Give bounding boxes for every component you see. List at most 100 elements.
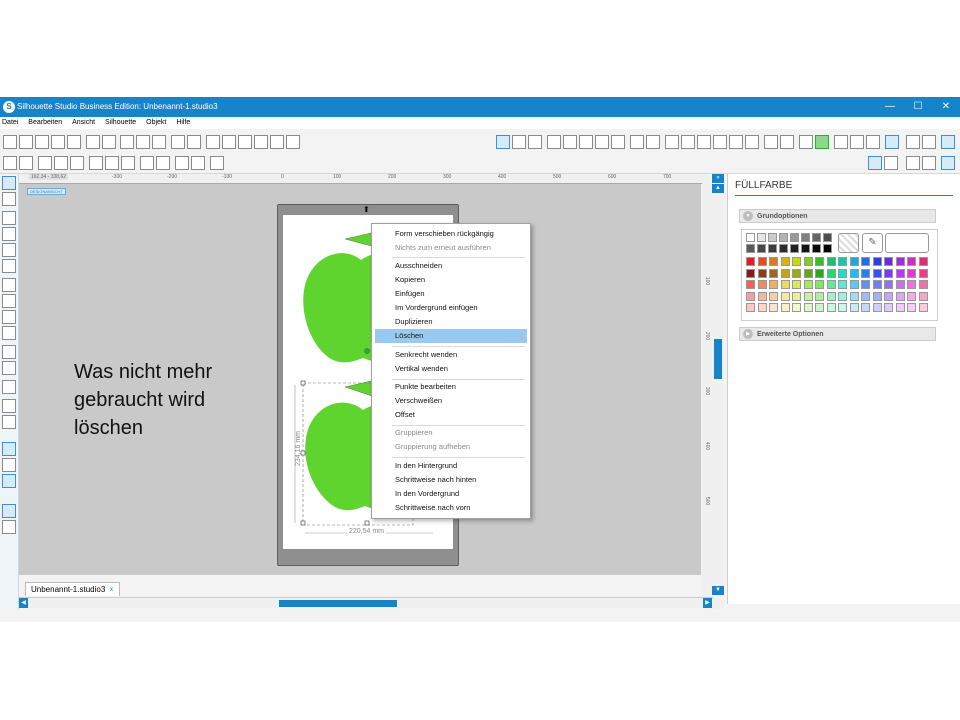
close-tab-icon[interactable]: x [110, 583, 113, 597]
color-swatch[interactable] [884, 280, 893, 289]
color-swatch[interactable] [803, 257, 813, 266]
color-swatch[interactable] [872, 268, 882, 278]
color-swatch[interactable] [826, 303, 836, 312]
menu-item-send-to-back[interactable]: In den Hintergrund [372, 459, 530, 473]
color-swatch[interactable] [826, 257, 836, 266]
gray-swatch[interactable] [757, 233, 766, 242]
knife-tool-icon[interactable] [2, 415, 16, 429]
menu-item-offset[interactable]: Offset [372, 408, 530, 422]
fill-color-icon[interactable] [547, 135, 561, 149]
vertical-scroll-thumb[interactable] [714, 339, 722, 379]
color-swatch[interactable] [907, 280, 916, 289]
bring-to-front-icon[interactable] [156, 156, 170, 170]
menu-item-duplicate[interactable]: Duplizieren [372, 315, 530, 329]
color-swatch[interactable] [907, 291, 916, 301]
menu-item-edit-points[interactable]: Punkte bearbeiten [372, 380, 530, 394]
ellipse-tool-icon[interactable] [2, 259, 16, 273]
menu-item-delete[interactable]: Löschen [375, 329, 527, 343]
color-swatch[interactable] [746, 257, 755, 266]
weld-icon[interactable] [780, 135, 794, 149]
pixscan-icon[interactable] [191, 156, 205, 170]
paste-icon[interactable] [136, 135, 150, 149]
menu-item-weld[interactable]: Verschweißen [372, 394, 530, 408]
color-swatch[interactable] [792, 268, 801, 278]
gray-swatch[interactable] [790, 233, 799, 242]
eraser-icon[interactable] [906, 156, 920, 170]
trace-icon[interactable] [729, 135, 743, 149]
scroll-up-icon[interactable]: ▲ [712, 184, 724, 193]
color-swatch[interactable] [872, 303, 882, 312]
dark-swatch[interactable] [790, 244, 799, 253]
page-setup-icon[interactable] [512, 135, 526, 149]
gray-swatch[interactable] [779, 233, 788, 242]
color-swatch[interactable] [838, 291, 847, 301]
color-swatch[interactable] [872, 280, 882, 289]
edit-points-tool-icon[interactable] [2, 192, 16, 206]
color-swatch[interactable] [861, 280, 870, 289]
color-swatch[interactable] [803, 268, 813, 278]
globe-icon[interactable] [2, 474, 16, 488]
color-swatch[interactable] [884, 303, 893, 312]
gray-swatch[interactable] [768, 233, 777, 242]
menu-item-send-backward[interactable]: Schrittweise nach hinten [372, 473, 530, 487]
color-swatch[interactable] [884, 291, 893, 301]
design-page-icon[interactable] [2, 442, 16, 456]
send-icon[interactable] [922, 156, 936, 170]
color-swatch[interactable] [815, 280, 824, 289]
color-swatch[interactable] [884, 268, 893, 278]
color-swatch[interactable] [907, 268, 916, 278]
color-swatch[interactable] [826, 280, 836, 289]
rectangle-tool-icon[interactable] [2, 227, 16, 241]
library-panel-icon[interactable] [885, 135, 899, 149]
color-swatch[interactable] [884, 257, 893, 266]
color-swatch[interactable] [780, 291, 790, 301]
color-swatch[interactable] [838, 268, 847, 278]
ungroup-icon[interactable] [54, 156, 68, 170]
eyedropper-icon[interactable]: ✎ [862, 233, 883, 253]
color-swatch[interactable] [918, 257, 928, 266]
color-swatch[interactable] [757, 268, 767, 278]
horizontal-scroll-thumb[interactable] [279, 600, 397, 607]
menu-bearbeiten[interactable]: Bearbeiten [28, 119, 62, 126]
menu-item-paste[interactable]: Einfügen [372, 287, 530, 301]
dark-swatch[interactable] [801, 244, 810, 253]
library-icon[interactable] [35, 135, 49, 149]
bring-forward-icon[interactable] [121, 156, 135, 170]
group-icon[interactable] [38, 156, 52, 170]
save-icon[interactable] [51, 135, 65, 149]
store-panel-icon[interactable] [2, 458, 16, 472]
nesting-icon[interactable] [764, 135, 778, 149]
menu-datei[interactable]: Datei [2, 119, 18, 126]
color-swatch[interactable] [746, 303, 755, 312]
color-swatch[interactable] [918, 291, 928, 301]
copy-icon[interactable] [120, 135, 134, 149]
store-icon[interactable] [815, 135, 829, 149]
color-swatch[interactable] [918, 303, 928, 312]
menu-hilfe[interactable]: Hilfe [176, 119, 190, 126]
color-swatch[interactable] [803, 303, 813, 312]
paint-icon[interactable] [210, 156, 224, 170]
menu-item-bring-forward[interactable]: Schrittweise nach vorn [372, 501, 530, 515]
color-swatch[interactable] [757, 257, 767, 266]
select-tool-icon[interactable] [2, 176, 16, 190]
menu-ansicht[interactable]: Ansicht [72, 119, 95, 126]
color-swatch[interactable] [769, 257, 778, 266]
refresh-icon[interactable] [941, 156, 955, 170]
dark-swatch[interactable] [812, 244, 821, 253]
send-backward-icon[interactable] [140, 156, 154, 170]
settings-gear-icon[interactable] [941, 135, 955, 149]
color-swatch[interactable] [769, 268, 778, 278]
color-swatch[interactable] [815, 268, 824, 278]
dark-swatch[interactable] [757, 244, 766, 253]
deselect-icon[interactable] [19, 156, 33, 170]
smooth-freehand-tool-icon[interactable] [2, 326, 16, 340]
color-swatch[interactable] [757, 280, 767, 289]
drag-zoom-icon[interactable] [270, 135, 284, 149]
color-swatch[interactable] [895, 268, 905, 278]
color-swatch[interactable] [861, 268, 870, 278]
color-swatch[interactable] [849, 268, 859, 278]
horizontal-scrollbar[interactable]: ◀ ▶ [19, 597, 713, 608]
color-swatch[interactable] [849, 280, 859, 289]
color-swatch[interactable] [826, 268, 836, 278]
open-folder-icon[interactable] [19, 135, 33, 149]
